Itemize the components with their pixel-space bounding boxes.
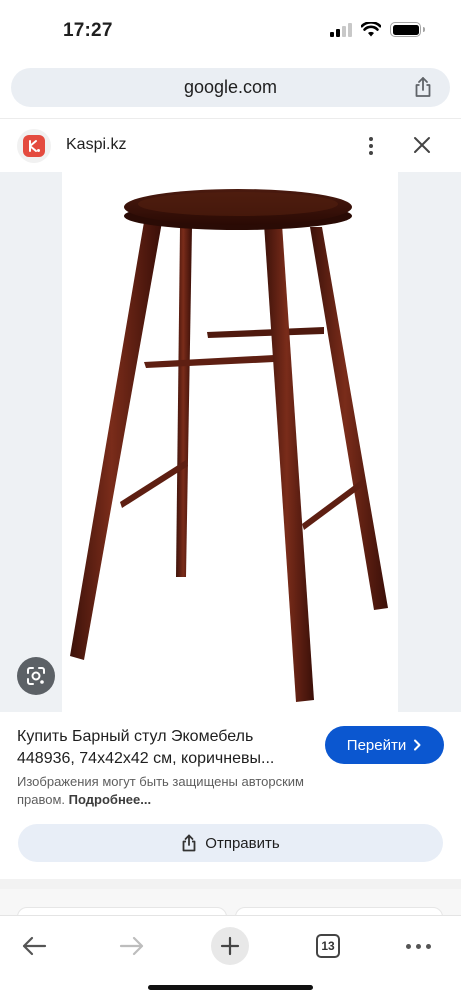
status-icons	[330, 22, 425, 37]
battery-icon	[390, 22, 425, 37]
url-text[interactable]: google.com	[11, 77, 450, 98]
arrow-right-icon	[119, 936, 144, 956]
back-button[interactable]	[12, 924, 56, 968]
new-tab-button[interactable]	[208, 924, 252, 968]
tab-switcher-button[interactable]: 13	[306, 924, 350, 968]
divider	[0, 879, 461, 889]
more-horiz-icon	[405, 943, 431, 949]
menu-button[interactable]	[396, 924, 440, 968]
learn-more-link[interactable]: Подробнее...	[69, 792, 151, 807]
plus-icon	[220, 936, 240, 956]
source-name[interactable]: Kaspi.kz	[66, 136, 126, 154]
source-header: Kaspi.kz	[0, 118, 461, 170]
close-icon[interactable]	[410, 133, 434, 157]
visit-button[interactable]: Перейти	[325, 726, 444, 764]
battery-level	[392, 24, 419, 35]
chevron-right-icon	[414, 739, 421, 751]
bar-stool-illustration	[70, 189, 388, 702]
share-icon[interactable]	[412, 76, 434, 98]
arrow-left-icon	[22, 936, 47, 956]
visit-button-label: Перейти	[346, 736, 407, 754]
home-indicator[interactable]	[148, 985, 313, 990]
status-bar: 17:27	[0, 0, 461, 62]
kaspi-logo-icon[interactable]	[17, 129, 51, 163]
share-button-label: Отправить	[205, 834, 280, 852]
wifi-icon	[361, 22, 381, 37]
share-icon	[182, 834, 196, 852]
more-vert-icon[interactable]	[360, 133, 382, 159]
share-button[interactable]: Отправить	[18, 824, 443, 862]
result-title[interactable]: Купить Барный стул Экомебель 448936, 74х…	[17, 726, 307, 770]
forward-button[interactable]	[110, 924, 154, 968]
image-preview[interactable]	[0, 172, 461, 712]
copyright-notice: Изображения могут быть защищены авторски…	[17, 773, 317, 809]
tab-count: 13	[316, 934, 340, 958]
copyright-text: Изображения могут быть защищены авторски…	[17, 774, 304, 807]
status-time: 17:27	[63, 20, 113, 41]
cellular-signal-icon	[330, 22, 352, 37]
bar-stool-image[interactable]	[62, 172, 398, 712]
page: 17:27 google.com Kaspi.kz Купить Барный …	[0, 0, 461, 999]
google-lens-icon[interactable]	[17, 657, 55, 695]
url-bar[interactable]: google.com	[11, 68, 450, 107]
